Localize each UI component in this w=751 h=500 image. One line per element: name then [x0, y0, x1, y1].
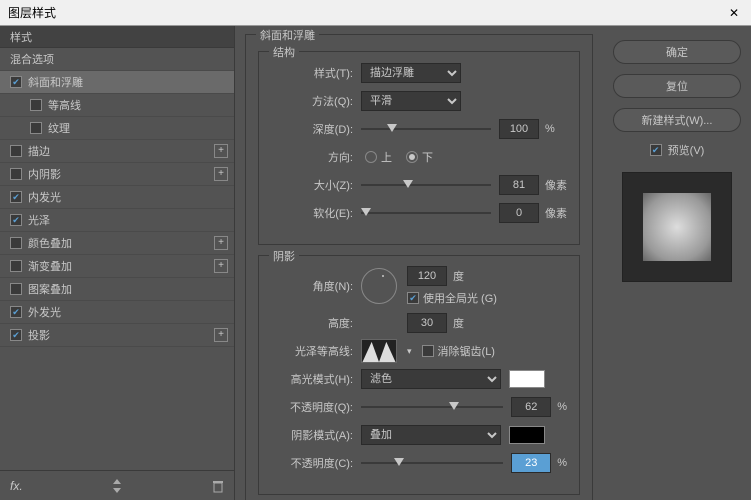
sidebar-item-11[interactable]: 外发光	[0, 301, 234, 324]
plus-icon[interactable]: +	[214, 236, 228, 250]
angle-dial[interactable]	[361, 268, 397, 304]
sidebar-checkbox-1[interactable]	[10, 76, 22, 88]
depth-input[interactable]	[499, 119, 539, 139]
updown-icon[interactable]	[111, 479, 123, 493]
sidebar-item-label: 内阴影	[28, 166, 61, 182]
shading-title: 阴影	[269, 248, 299, 264]
sidebar-item-label: 渐变叠加	[28, 258, 72, 274]
highlight-opacity-slider[interactable]	[361, 406, 503, 408]
shadow-mode-select[interactable]: 叠加	[361, 425, 501, 445]
soften-slider[interactable]	[361, 212, 491, 214]
shadow-opacity-label: 不透明度(C):	[271, 455, 353, 471]
depth-label: 深度(D):	[271, 121, 353, 137]
technique-label: 方法(Q):	[271, 93, 353, 109]
ok-button[interactable]: 确定	[613, 40, 741, 64]
gloss-contour-label: 光泽等高线:	[271, 343, 353, 359]
altitude-input[interactable]	[407, 313, 447, 333]
plus-icon[interactable]: +	[214, 167, 228, 181]
sidebar-checkbox-9[interactable]	[10, 260, 22, 272]
new-style-button[interactable]: 新建样式(W)...	[613, 108, 741, 132]
trash-icon[interactable]	[212, 479, 224, 493]
direction-label: 方向:	[271, 149, 353, 165]
sidebar-item-0[interactable]: 混合选项	[0, 48, 234, 71]
cancel-button[interactable]: 复位	[613, 74, 741, 98]
window-title: 图层样式	[8, 4, 56, 21]
sidebar-item-4[interactable]: 描边 +	[0, 140, 234, 163]
structure-title: 结构	[269, 44, 299, 60]
shadow-mode-label: 阴影模式(A):	[271, 427, 353, 443]
highlight-color-swatch[interactable]	[509, 370, 545, 388]
plus-icon[interactable]: +	[214, 328, 228, 342]
sidebar-item-label: 光泽	[28, 212, 50, 228]
sidebar-item-6[interactable]: 内发光	[0, 186, 234, 209]
sidebar-item-label: 斜面和浮雕	[28, 74, 83, 90]
shadow-opacity-slider[interactable]	[361, 462, 503, 464]
highlight-opacity-input[interactable]	[511, 397, 551, 417]
effects-sidebar: 样式 混合选项斜面和浮雕等高线纹理描边 + 内阴影 + 内发光光泽颜色叠加 + 渐变叠加 + 图…	[0, 26, 235, 500]
sidebar-checkbox-5[interactable]	[10, 168, 22, 180]
direction-down-radio[interactable]	[406, 151, 418, 163]
group-title: 斜面和浮雕	[256, 27, 319, 43]
style-label: 样式(T):	[271, 65, 353, 81]
gloss-contour-picker[interactable]	[361, 339, 397, 363]
sidebar-item-9[interactable]: 渐变叠加 +	[0, 255, 234, 278]
sidebar-checkbox-7[interactable]	[10, 214, 22, 226]
sidebar-item-3[interactable]: 纹理	[0, 117, 234, 140]
preview-label: 预览(V)	[668, 142, 705, 158]
sidebar-item-7[interactable]: 光泽	[0, 209, 234, 232]
technique-select[interactable]: 平滑	[361, 91, 461, 111]
depth-slider[interactable]	[361, 128, 491, 130]
plus-icon[interactable]: +	[214, 144, 228, 158]
angle-label: 角度(N):	[271, 278, 353, 294]
sidebar-checkbox-10[interactable]	[10, 283, 22, 295]
fx-icon[interactable]: fx.	[10, 479, 23, 493]
sidebar-item-label: 描边	[28, 143, 50, 159]
sidebar-checkbox-12[interactable]	[10, 329, 22, 341]
chevron-down-icon[interactable]: ▾	[407, 346, 412, 357]
angle-input[interactable]	[407, 266, 447, 286]
sidebar-item-5[interactable]: 内阴影 +	[0, 163, 234, 186]
highlight-opacity-label: 不透明度(Q):	[271, 399, 353, 415]
soften-input[interactable]	[499, 203, 539, 223]
soften-label: 软化(E):	[271, 205, 353, 221]
sidebar-checkbox-4[interactable]	[10, 145, 22, 157]
sidebar-item-8[interactable]: 颜色叠加 +	[0, 232, 234, 255]
sidebar-item-10[interactable]: 图案叠加	[0, 278, 234, 301]
shadow-opacity-input[interactable]	[511, 453, 551, 473]
size-slider[interactable]	[361, 184, 491, 186]
plus-icon[interactable]: +	[214, 259, 228, 273]
sidebar-item-label: 颜色叠加	[28, 235, 72, 251]
sidebar-checkbox-3[interactable]	[30, 122, 42, 134]
sidebar-item-label: 内发光	[28, 189, 61, 205]
preview-checkbox[interactable]	[650, 144, 662, 156]
altitude-label: 高度:	[271, 315, 353, 331]
sidebar-item-label: 外发光	[28, 304, 61, 320]
sidebar-item-label: 图案叠加	[28, 281, 72, 297]
sidebar-item-label: 投影	[28, 327, 50, 343]
sidebar-item-1[interactable]: 斜面和浮雕	[0, 71, 234, 94]
sidebar-checkbox-8[interactable]	[10, 237, 22, 249]
direction-up-radio[interactable]	[365, 151, 377, 163]
shadow-color-swatch[interactable]	[509, 426, 545, 444]
size-input[interactable]	[499, 175, 539, 195]
sidebar-item-2[interactable]: 等高线	[0, 94, 234, 117]
highlight-mode-label: 高光模式(H):	[271, 371, 353, 387]
close-icon[interactable]: ✕	[725, 6, 743, 20]
sidebar-item-12[interactable]: 投影 +	[0, 324, 234, 347]
sidebar-checkbox-6[interactable]	[10, 191, 22, 203]
style-select[interactable]: 描边浮雕	[361, 63, 461, 83]
sidebar-header: 样式	[0, 26, 234, 48]
antialias-checkbox[interactable]	[422, 345, 434, 357]
size-label: 大小(Z):	[271, 177, 353, 193]
sidebar-item-label: 纹理	[48, 120, 70, 136]
sidebar-item-label: 等高线	[48, 97, 81, 113]
sidebar-checkbox-2[interactable]	[30, 99, 42, 111]
global-light-checkbox[interactable]	[407, 292, 419, 304]
preview-thumbnail	[622, 172, 732, 282]
highlight-mode-select[interactable]: 滤色	[361, 369, 501, 389]
sidebar-checkbox-11[interactable]	[10, 306, 22, 318]
sidebar-item-label: 混合选项	[10, 51, 54, 67]
